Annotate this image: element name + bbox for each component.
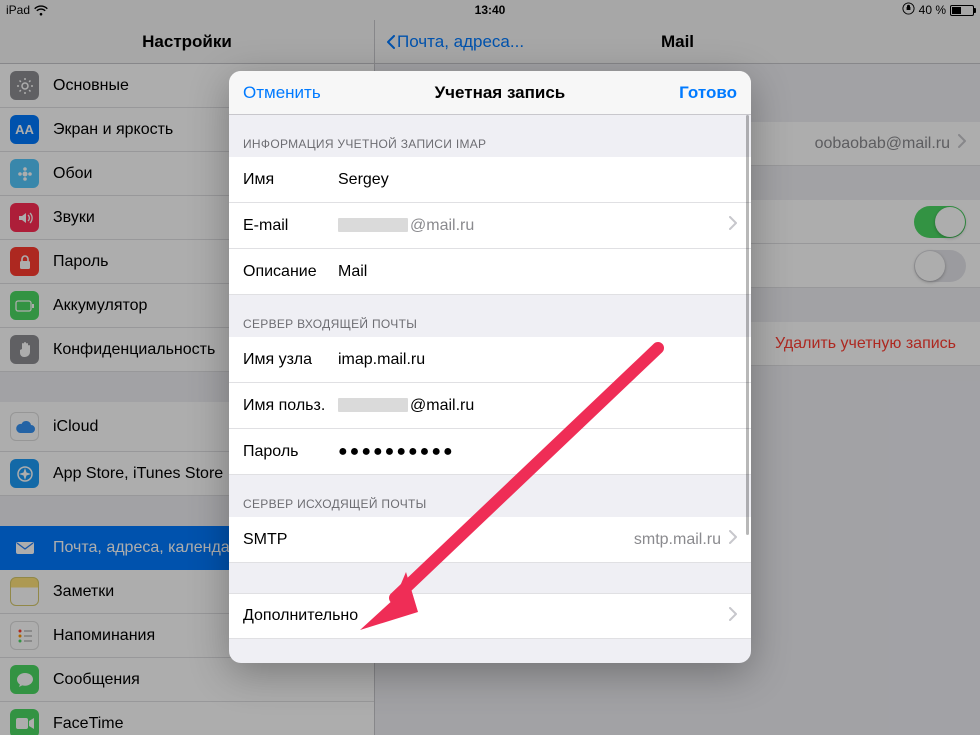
section-header-info: ИНФОРМАЦИЯ УЧЕТНОЙ ЗАПИСИ IMAP bbox=[229, 115, 751, 157]
field-advanced[interactable]: Дополнительно bbox=[229, 593, 751, 639]
email-value: @mail.ru bbox=[338, 217, 721, 235]
modal-header: Отменить Учетная запись Готово bbox=[229, 71, 751, 115]
field-smtp[interactable]: SMTP smtp.mail.ru bbox=[229, 517, 751, 563]
done-button[interactable]: Готово bbox=[679, 83, 737, 103]
chevron-right-icon bbox=[729, 530, 737, 549]
section-header-outgoing: СЕРВЕР ИСХОДЯЩЕЙ ПОЧТЫ bbox=[229, 475, 751, 517]
name-value: Sergey bbox=[338, 171, 737, 189]
account-modal: Отменить Учетная запись Готово ИНФОРМАЦИ… bbox=[229, 71, 751, 663]
scrollbar[interactable] bbox=[746, 115, 749, 663]
field-incoming-host[interactable]: Имя узла imap.mail.ru bbox=[229, 337, 751, 383]
smtp-value: smtp.mail.ru bbox=[634, 531, 721, 549]
chevron-right-icon bbox=[729, 607, 737, 626]
description-value: Mail bbox=[338, 263, 737, 281]
cancel-button[interactable]: Отменить bbox=[243, 83, 321, 103]
field-email[interactable]: E-mail @mail.ru bbox=[229, 203, 751, 249]
field-name[interactable]: Имя Sergey bbox=[229, 157, 751, 203]
password-value: ●●●●●●●●●● bbox=[338, 443, 737, 461]
section-header-incoming: СЕРВЕР ВХОДЯЩЕЙ ПОЧТЫ bbox=[229, 295, 751, 337]
field-incoming-user[interactable]: Имя польз. @mail.ru bbox=[229, 383, 751, 429]
field-description[interactable]: Описание Mail bbox=[229, 249, 751, 295]
user-value: @mail.ru bbox=[338, 397, 737, 415]
field-incoming-password[interactable]: Пароль ●●●●●●●●●● bbox=[229, 429, 751, 475]
chevron-right-icon bbox=[729, 216, 737, 235]
host-value: imap.mail.ru bbox=[338, 351, 737, 369]
modal-title: Учетная запись bbox=[435, 83, 566, 103]
